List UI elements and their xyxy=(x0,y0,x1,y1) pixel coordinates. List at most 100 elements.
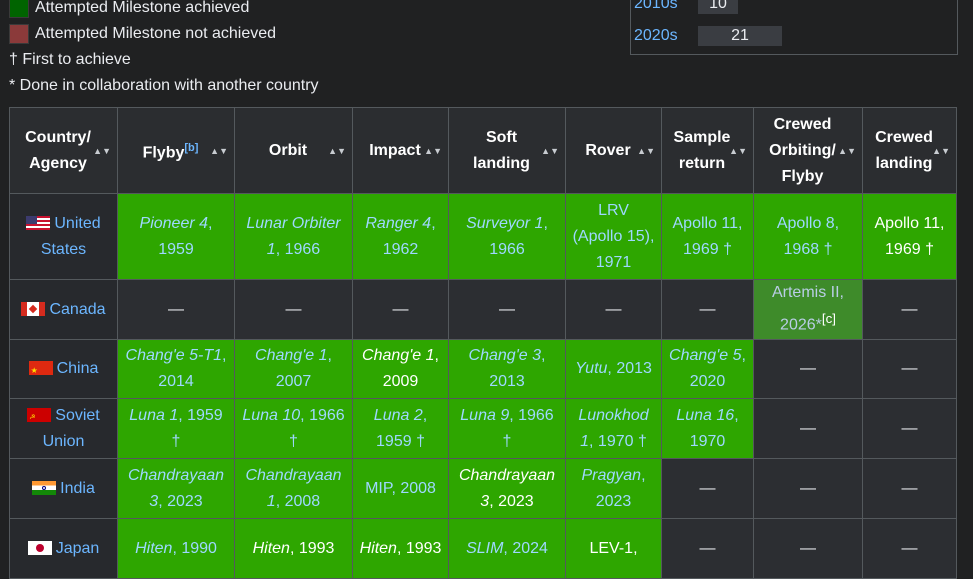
header-country[interactable]: Country/Agency ▲▼ xyxy=(9,107,118,194)
cell-impact: — xyxy=(352,279,449,340)
mission-link[interactable]: Hiten xyxy=(360,540,397,557)
mission-link[interactable]: LEV-1, xyxy=(589,540,637,557)
mission-link[interactable]: Apollo 11, 1969 † xyxy=(875,215,945,258)
cell-soft-landing: Luna 9, 1966 † xyxy=(448,398,566,459)
mission-link[interactable]: Chang'e 5 xyxy=(669,347,741,364)
mission-link[interactable]: Hiten xyxy=(135,540,172,557)
table-row: Soviet Union Luna 1, 1959 † Luna 10, 196… xyxy=(9,398,957,459)
mission-link[interactable]: Luna 16 xyxy=(676,407,734,424)
sort-icon[interactable]: ▲▼ xyxy=(637,146,655,155)
mission-link[interactable]: Chang'e 3 xyxy=(469,347,541,364)
mission-link[interactable]: Pioneer 4 xyxy=(140,215,209,232)
decade-row-2010s: 2010s 10 xyxy=(634,0,738,14)
soviet-flag-icon xyxy=(27,405,52,431)
decade-label[interactable]: 2010s xyxy=(634,0,698,13)
mission-link[interactable]: LRV (Apollo 15), 1971 xyxy=(573,202,655,271)
mission-link[interactable]: Pragyan xyxy=(581,467,641,484)
table-row: Canada — — — — — — Artemis II, 2026*[c] … xyxy=(9,279,957,340)
cell-orbit: Luna 10, 1966 † xyxy=(234,398,353,459)
country-cell: Soviet Union xyxy=(9,398,118,459)
header-crewed-orbiting[interactable]: Crewed Orbiting/Flyby ▲▼ xyxy=(753,107,863,194)
cell-orbit: Chandrayaan 1, 2008 xyxy=(234,458,353,519)
cell-flyby: Pioneer 4, 1959 xyxy=(117,193,235,280)
cell-sample-return: Apollo 11, 1969 † xyxy=(661,193,754,280)
china-flag-icon xyxy=(28,358,53,384)
mission-link[interactable]: Luna 2 xyxy=(374,407,423,424)
mission-link[interactable]: Luna 1 xyxy=(129,407,178,424)
decade-bar: 10 xyxy=(698,0,738,14)
header-crewed-landing[interactable]: Crewed landing ▲▼ xyxy=(862,107,957,194)
mission-link[interactable]: Chang'e 1 xyxy=(255,347,327,364)
decade-bar: 21 xyxy=(698,26,782,46)
mission-link[interactable]: Surveyor 1 xyxy=(466,215,543,232)
milestones-table: Country/Agency ▲▼ Flyby[b] ▲▼ Orbit ▲▼ Impa… xyxy=(9,107,957,579)
sort-icon[interactable]: ▲▼ xyxy=(93,146,111,155)
sort-icon[interactable]: ▲▼ xyxy=(932,146,950,155)
cell-rover: LRV (Apollo 15), 1971 xyxy=(565,193,662,280)
mission-link[interactable]: Luna 9 xyxy=(460,407,509,424)
cell-rover: Yutu, 2013 xyxy=(565,339,662,399)
country-link[interactable]: China xyxy=(57,360,99,377)
header-sample-return[interactable]: Sample return ▲▼ xyxy=(661,107,754,194)
india-flag-icon xyxy=(32,480,57,495)
note-c-link[interactable]: [c] xyxy=(822,311,836,326)
cell-flyby: Chandrayaan 3, 2023 xyxy=(117,458,235,519)
mission-link[interactable]: Apollo 11, 1969 † xyxy=(673,215,743,258)
cell-crewed-landing: — xyxy=(862,458,957,519)
cell-sample-return: Luna 16, 1970 xyxy=(661,398,754,459)
cell-soft-landing: — xyxy=(448,279,566,340)
sort-icon[interactable]: ▲▼ xyxy=(210,146,228,155)
cell-crewed-landing: — xyxy=(862,279,957,340)
mission-link[interactable]: MIP, 2008 xyxy=(365,480,436,497)
cell-crewed-orbiting: Apollo 8, 1968 † xyxy=(753,193,863,280)
sort-icon[interactable]: ▲▼ xyxy=(838,146,856,155)
country-link[interactable]: India xyxy=(60,480,95,497)
legend-collab: * Done in collaboration with another cou… xyxy=(9,73,319,99)
cell-crewed-landing: Apollo 11, 1969 † xyxy=(862,193,957,280)
cell-flyby: — xyxy=(117,279,235,340)
japan-flag-icon xyxy=(27,540,52,555)
country-link[interactable]: Japan xyxy=(56,540,100,557)
mission-link[interactable]: Ranger 4 xyxy=(365,215,431,232)
header-orbit[interactable]: Orbit ▲▼ xyxy=(234,107,353,194)
legend-not-achieved-label: Attempted Milestone not achieved xyxy=(35,25,277,42)
cell-crewed-landing: — xyxy=(862,339,957,399)
note-b-link[interactable]: [b] xyxy=(184,142,198,154)
sort-icon[interactable]: ▲▼ xyxy=(541,146,559,155)
country-cell: United States xyxy=(9,193,118,280)
cell-sample-return: — xyxy=(661,279,754,340)
country-link[interactable]: Canada xyxy=(49,301,105,318)
cell-crewed-orbiting: — xyxy=(753,339,863,399)
sort-icon[interactable]: ▲▼ xyxy=(729,146,747,155)
country-cell: Canada xyxy=(9,279,118,340)
cell-impact: MIP, 2008 xyxy=(352,458,449,519)
header-soft-landing[interactable]: Soft landing ▲▼ xyxy=(448,107,566,194)
cell-impact: Ranger 4, 1962 xyxy=(352,193,449,280)
decade-label[interactable]: 2020s xyxy=(634,27,698,45)
legend-achieved-label: Attempted Milestone achieved xyxy=(35,0,250,16)
mission-link[interactable]: Hiten xyxy=(253,540,290,557)
cell-crewed-orbiting: — xyxy=(753,458,863,519)
header-flyby[interactable]: Flyby[b] ▲▼ xyxy=(117,107,235,194)
header-rover[interactable]: Rover ▲▼ xyxy=(565,107,662,194)
achieved-swatch xyxy=(9,0,29,18)
not-achieved-swatch xyxy=(9,24,29,44)
legend-achieved: Attempted Milestone achieved xyxy=(9,0,319,21)
sort-icon[interactable]: ▲▼ xyxy=(328,146,346,155)
mission-link[interactable]: Yutu xyxy=(575,360,607,377)
mission-link[interactable]: Luna 10 xyxy=(242,407,300,424)
mission-link[interactable]: SLIM xyxy=(466,540,503,557)
mission-link[interactable]: Apollo 8, 1968 † xyxy=(777,215,839,258)
cell-flyby: Chang'e 5-T1, 2014 xyxy=(117,339,235,399)
header-impact[interactable]: Impact ▲▼ xyxy=(352,107,449,194)
cell-orbit: Chang'e 1, 2007 xyxy=(234,339,353,399)
cell-soft-landing: Chang'e 3, 2013 xyxy=(448,339,566,399)
legend: Attempted Milestone achieved Attempted M… xyxy=(9,0,319,99)
mission-link[interactable]: Chang'e 1 xyxy=(362,347,434,364)
mission-link[interactable]: Chang'e 5-T1 xyxy=(126,347,222,364)
cell-sample-return: — xyxy=(661,458,754,519)
legend-first-label: † First to achieve xyxy=(9,51,131,68)
cell-sample-return: Chang'e 5, 2020 xyxy=(661,339,754,399)
sort-icon[interactable]: ▲▼ xyxy=(424,146,442,155)
us-flag-icon xyxy=(26,215,51,230)
